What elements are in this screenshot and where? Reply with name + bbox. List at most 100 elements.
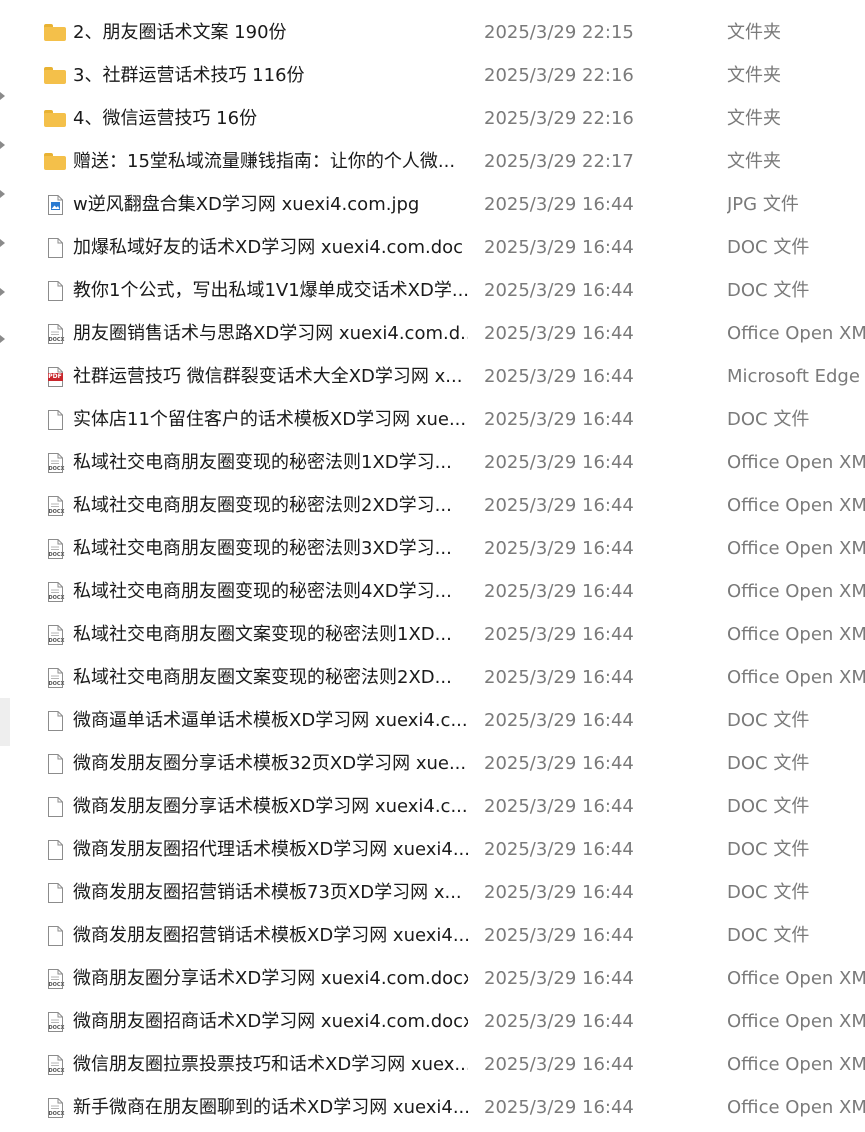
file-row[interactable]: DOCX 私域社交电商朋友圈变现的秘密法则1XD学习... 2025/3/29 16… xyxy=(0,441,865,484)
file-row[interactable]: DOCX 私域社交电商朋友圈变现的秘密法则3XD学习... 2025/3/29 16… xyxy=(0,527,865,570)
file-row[interactable]: DOCX 微商朋友圈分享话术XD学习网 xuexi4.com.docx 2025/3… xyxy=(0,957,865,1000)
file-name[interactable]: 微商发朋友圈招代理话术模板XD学习网 xuexi4.... xyxy=(73,828,468,871)
file-row[interactable]: 实体店11个留住客户的话术模板XD学习网 xue... 2025/3/29 16:… xyxy=(0,398,865,441)
file-name[interactable]: 私域社交电商朋友圈变现的秘密法则4XD学习... xyxy=(73,570,468,613)
file-row[interactable]: 4、微信运营技巧 16份 2025/3/29 22:16 文件夹 xyxy=(0,97,865,140)
file-row[interactable]: 2、朋友圈话术文案 190份 2025/3/29 22:15 文件夹 xyxy=(0,11,865,54)
docx-badge: DOCX xyxy=(48,981,65,988)
file-modified-date: 2025/3/29 16:44 xyxy=(484,409,634,430)
file-name[interactable]: 新手微商在朋友圈聊到的话术XD学习网 xuexi4.... xyxy=(73,1086,468,1129)
docx-badge: DOCX xyxy=(48,1067,65,1074)
file-name[interactable]: 微信朋友圈拉票投票技巧和话术XD学习网 xuex... xyxy=(73,1043,468,1086)
file-row[interactable]: 教你1个公式，写出私域1V1爆单成交话术XD学... 2025/3/29 16:4… xyxy=(0,269,865,312)
file-name[interactable]: 私域社交电商朋友圈文案变现的秘密法则2XD... xyxy=(73,656,468,699)
file-name[interactable]: 教你1个公式，写出私域1V1爆单成交话术XD学... xyxy=(73,269,468,312)
file-modified-date: 2025/3/29 16:44 xyxy=(484,624,634,645)
file-name[interactable]: 加爆私域好友的话术XD学习网 xuexi4.com.doc xyxy=(73,226,468,269)
docx-badge: DOCX xyxy=(48,551,65,558)
folder-icon xyxy=(44,11,66,54)
file-name[interactable]: 朋友圈销售话术与思路XD学习网 xuexi4.com.d... xyxy=(73,312,468,355)
file-type: Office Open XM xyxy=(727,581,865,602)
document-file-icon xyxy=(44,785,66,828)
file-modified-date: 2025/3/29 16:44 xyxy=(484,323,634,344)
file-type: DOC 文件 xyxy=(727,796,810,817)
document-file-icon xyxy=(44,699,66,742)
file-name[interactable]: 微商发朋友圈招营销话术模板XD学习网 xuexi4.... xyxy=(73,914,468,957)
file-type: 文件夹 xyxy=(727,151,781,172)
file-list: 2、朋友圈话术文案 190份 2025/3/29 22:15 文件夹 3、社群运营话术… xyxy=(0,11,865,1129)
file-name[interactable]: 微商逼单话术逼单话术模板XD学习网 xuexi4.c... xyxy=(73,699,468,742)
file-row[interactable]: 微商发朋友圈分享话术模板XD学习网 xuexi4.c... 2025/3/29 1… xyxy=(0,785,865,828)
file-row[interactable]: DOCX 微商朋友圈招商话术XD学习网 xuexi4.com.docx 2025/3… xyxy=(0,1000,865,1043)
docx-file-icon: DOCX xyxy=(44,570,66,613)
file-name[interactable]: 私域社交电商朋友圈变现的秘密法则1XD学习... xyxy=(73,441,468,484)
file-modified-date: 2025/3/29 16:44 xyxy=(484,237,634,258)
document-file-icon xyxy=(44,871,66,914)
file-type: Office Open XM xyxy=(727,624,865,645)
document-file-icon xyxy=(44,742,66,785)
file-name[interactable]: 赠送：15堂私域流量赚钱指南：让你的个人微... xyxy=(73,140,468,183)
docx-file-icon: DOCX xyxy=(44,312,66,355)
document-file-icon xyxy=(44,269,66,312)
file-name[interactable]: 微商发朋友圈分享话术模板32页XD学习网 xue... xyxy=(73,742,468,785)
document-file-icon xyxy=(44,398,66,441)
docx-badge: DOCX xyxy=(48,336,65,343)
file-type: Office Open XM xyxy=(727,667,865,688)
file-name[interactable]: 微商发朋友圈招营销话术模板73页XD学习网 x... xyxy=(73,871,468,914)
file-row[interactable]: DOCX 私域社交电商朋友圈文案变现的秘密法则1XD... 2025/3/29 16… xyxy=(0,613,865,656)
file-modified-date: 2025/3/29 22:16 xyxy=(484,108,634,129)
docx-file-icon: DOCX xyxy=(44,441,66,484)
docx-file-icon: DOCX xyxy=(44,1086,66,1129)
file-name[interactable]: 微商朋友圈招商话术XD学习网 xuexi4.com.docx xyxy=(73,1000,468,1043)
file-type: DOC 文件 xyxy=(727,839,810,860)
docx-file-icon: DOCX xyxy=(44,484,66,527)
image-file-icon xyxy=(44,183,66,226)
file-row[interactable]: PDF 社群运营技巧 微信群裂变话术大全XD学习网 x... 2025/3/29 1… xyxy=(0,355,865,398)
file-name[interactable]: 微商朋友圈分享话术XD学习网 xuexi4.com.docx xyxy=(73,957,468,1000)
file-row[interactable]: 3、社群运营话术技巧 116份 2025/3/29 22:16 文件夹 xyxy=(0,54,865,97)
file-row[interactable]: DOCX 私域社交电商朋友圈文案变现的秘密法则2XD... 2025/3/29 16… xyxy=(0,656,865,699)
file-name[interactable]: 4、微信运营技巧 16份 xyxy=(73,97,468,140)
docx-badge: DOCX xyxy=(48,637,65,644)
document-file-icon xyxy=(44,226,66,269)
file-name[interactable]: w逆风翻盘合集XD学习网 xuexi4.com.jpg xyxy=(73,183,468,226)
file-modified-date: 2025/3/29 16:44 xyxy=(484,1011,634,1032)
docx-badge: DOCX xyxy=(48,680,65,687)
file-type: Office Open XM xyxy=(727,323,865,344)
file-modified-date: 2025/3/29 22:15 xyxy=(484,22,634,43)
file-modified-date: 2025/3/29 16:44 xyxy=(484,538,634,559)
docx-badge: DOCX xyxy=(48,1110,65,1117)
file-type: Office Open XM xyxy=(727,1054,865,1075)
file-type: Microsoft Edge P xyxy=(727,366,865,387)
file-row[interactable]: DOCX 新手微商在朋友圈聊到的话术XD学习网 xuexi4.... 2025/3/… xyxy=(0,1086,865,1129)
file-modified-date: 2025/3/29 16:44 xyxy=(484,882,634,903)
file-row[interactable]: DOCX 朋友圈销售话术与思路XD学习网 xuexi4.com.d... 2025/… xyxy=(0,312,865,355)
file-row[interactable]: 微商发朋友圈招营销话术模板XD学习网 xuexi4.... 2025/3/29 1… xyxy=(0,914,865,957)
file-name[interactable]: 私域社交电商朋友圈变现的秘密法则2XD学习... xyxy=(73,484,468,527)
file-name[interactable]: 私域社交电商朋友圈变现的秘密法则3XD学习... xyxy=(73,527,468,570)
file-row[interactable]: w逆风翻盘合集XD学习网 xuexi4.com.jpg 2025/3/29 16:… xyxy=(0,183,865,226)
file-name[interactable]: 实体店11个留住客户的话术模板XD学习网 xue... xyxy=(73,398,468,441)
file-row[interactable]: 微商发朋友圈招营销话术模板73页XD学习网 x... 2025/3/29 16:4… xyxy=(0,871,865,914)
file-name[interactable]: 社群运营技巧 微信群裂变话术大全XD学习网 x... xyxy=(73,355,468,398)
file-type: Office Open XM xyxy=(727,495,865,516)
file-name[interactable]: 2、朋友圈话术文案 190份 xyxy=(73,11,468,54)
file-modified-date: 2025/3/29 16:44 xyxy=(484,1097,634,1118)
pdf-badge: PDF xyxy=(47,372,63,381)
file-modified-date: 2025/3/29 16:44 xyxy=(484,839,634,860)
file-modified-date: 2025/3/29 16:44 xyxy=(484,194,634,215)
file-name[interactable]: 私域社交电商朋友圈文案变现的秘密法则1XD... xyxy=(73,613,468,656)
file-row[interactable]: 微商发朋友圈招代理话术模板XD学习网 xuexi4.... 2025/3/29 1… xyxy=(0,828,865,871)
file-row[interactable]: 赠送：15堂私域流量赚钱指南：让你的个人微... 2025/3/29 22:17 文… xyxy=(0,140,865,183)
file-type: DOC 文件 xyxy=(727,710,810,731)
file-row[interactable]: DOCX 微信朋友圈拉票投票技巧和话术XD学习网 xuex... 2025/3/29… xyxy=(0,1043,865,1086)
file-row[interactable]: 微商发朋友圈分享话术模板32页XD学习网 xue... 2025/3/29 16:… xyxy=(0,742,865,785)
file-row[interactable]: DOCX 私域社交电商朋友圈变现的秘密法则2XD学习... 2025/3/29 16… xyxy=(0,484,865,527)
file-row[interactable]: DOCX 私域社交电商朋友圈变现的秘密法则4XD学习... 2025/3/29 16… xyxy=(0,570,865,613)
file-name[interactable]: 微商发朋友圈分享话术模板XD学习网 xuexi4.c... xyxy=(73,785,468,828)
file-modified-date: 2025/3/29 16:44 xyxy=(484,581,634,602)
file-name[interactable]: 3、社群运营话术技巧 116份 xyxy=(73,54,468,97)
docx-file-icon: DOCX xyxy=(44,656,66,699)
file-row[interactable]: 加爆私域好友的话术XD学习网 xuexi4.com.doc 2025/3/29 1… xyxy=(0,226,865,269)
file-row[interactable]: 微商逼单话术逼单话术模板XD学习网 xuexi4.c... 2025/3/29 1… xyxy=(0,699,865,742)
